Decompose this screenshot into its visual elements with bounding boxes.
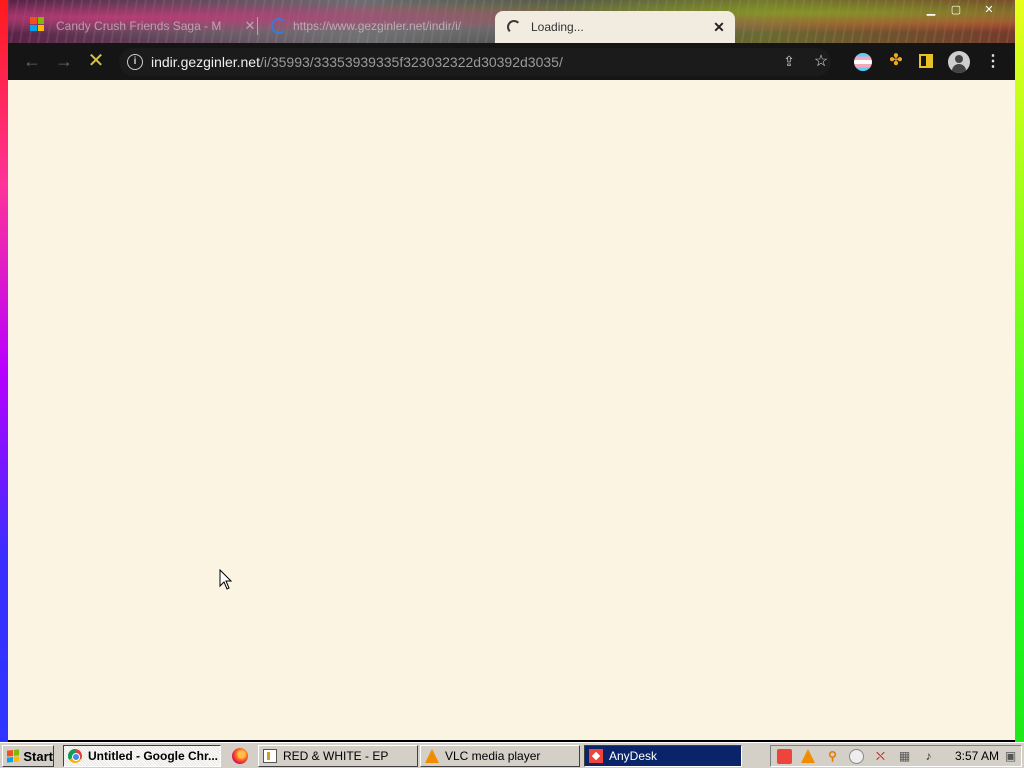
url-text[interactable]: indir.gezginler.net/i/35993/33353939335f…: [151, 54, 563, 70]
tab-close-icon[interactable]: ✕: [711, 19, 727, 36]
tab-gezginler[interactable]: https://www.gezginler.net/indir/i/: [263, 11, 495, 41]
address-bar[interactable]: i indir.gezginler.net/i/35993/3335393933…: [119, 48, 831, 76]
browser-window: Candy Crush Friends Saga - M ✕ https://w…: [8, 0, 1015, 740]
desktop-edge-left: [0, 0, 8, 742]
task-vlc-media-player[interactable]: VLC media player: [420, 745, 580, 767]
volume-tray-icon[interactable]: ♪: [921, 749, 936, 764]
tab-candy-crush[interactable]: Candy Crush Friends Saga - M ✕: [48, 11, 258, 41]
extensions-puzzle-icon[interactable]: ✤: [886, 51, 906, 71]
anydesk-tray-icon[interactable]: [777, 749, 792, 764]
window-close-icon[interactable]: ✕: [978, 2, 1000, 18]
loading-favicon-icon: [271, 18, 287, 34]
network-tray-icon[interactable]: ▦: [897, 749, 912, 764]
site-info-icon[interactable]: i: [127, 54, 143, 70]
window-maximize-icon[interactable]: ▢: [945, 2, 967, 18]
browser-toolbar: ← → ✕ i indir.gezginler.net/i/35993/3335…: [8, 43, 1015, 80]
vlc-cone-icon: [425, 749, 439, 763]
window-minimize-icon[interactable]: ▁: [920, 2, 942, 18]
url-host: indir.gezginler.net: [151, 54, 260, 70]
task-label: Untitled - Google Chr...: [88, 749, 218, 763]
desktop-edge-right: [1015, 0, 1024, 742]
windows-logo-icon: [7, 749, 20, 763]
profile-avatar-icon[interactable]: [948, 51, 970, 73]
share-icon[interactable]: ⇪: [780, 53, 798, 71]
firefox-quicklaunch-icon[interactable]: [232, 748, 248, 764]
start-label: Start: [23, 748, 53, 764]
extension-flag-icon[interactable]: [854, 53, 872, 71]
side-panel-icon[interactable]: [919, 54, 933, 68]
mouse-cursor-icon: [219, 569, 233, 590]
tab-strip: Candy Crush Friends Saga - M ✕ https://w…: [8, 0, 1015, 43]
tab-title: https://www.gezginler.net/indir/i/: [293, 19, 462, 33]
back-arrow-icon[interactable]: ←: [20, 50, 44, 72]
task-label: AnyDesk: [609, 749, 658, 763]
anydesk-icon: [589, 749, 603, 763]
computer-tray-icon[interactable]: ▣: [1003, 749, 1018, 764]
stop-loading-icon[interactable]: ✕: [84, 50, 108, 72]
task-label: RED & WHITE - EP: [283, 749, 389, 763]
task-anydesk[interactable]: AnyDesk: [584, 745, 742, 767]
vlc-tray-icon[interactable]: [801, 749, 815, 763]
tab-separator: [257, 17, 258, 35]
tab-title: Candy Crush Friends Saga - M: [56, 19, 222, 33]
system-tray: ⚲ ⛌ ▦ ♪ 3:57 AM ▣: [770, 745, 1022, 767]
start-button[interactable]: Start: [2, 745, 54, 767]
task-red-white-ep[interactable]: RED & WHITE - EP: [258, 745, 418, 767]
status-tray-icon[interactable]: [849, 749, 864, 764]
clock[interactable]: 3:57 AM: [955, 749, 999, 763]
bookmark-star-icon[interactable]: ☆: [812, 51, 830, 70]
loading-spinner-icon: [507, 20, 521, 34]
more-menu-icon[interactable]: ⋮: [985, 51, 1001, 73]
search-tray-icon[interactable]: ⚲: [825, 749, 840, 764]
taskbar: Start Untitled - Google Chr... RED & WHI…: [0, 742, 1024, 768]
tab-title: Loading...: [531, 20, 584, 34]
chrome-icon: [68, 749, 82, 763]
windows-logo-icon: [30, 17, 44, 31]
folder-document-icon: [263, 749, 277, 763]
tab-loading-active[interactable]: Loading... ✕: [495, 11, 735, 43]
forward-arrow-icon[interactable]: →: [52, 50, 76, 72]
url-path: /i/35993/33353939335f323032322d30392d303…: [259, 54, 563, 70]
network-error-tray-icon[interactable]: ⛌: [873, 749, 888, 764]
task-google-chrome[interactable]: Untitled - Google Chr...: [63, 745, 221, 767]
task-label: VLC media player: [445, 749, 541, 763]
tab-close-icon[interactable]: ✕: [242, 18, 258, 34]
page-content: [8, 80, 1015, 740]
